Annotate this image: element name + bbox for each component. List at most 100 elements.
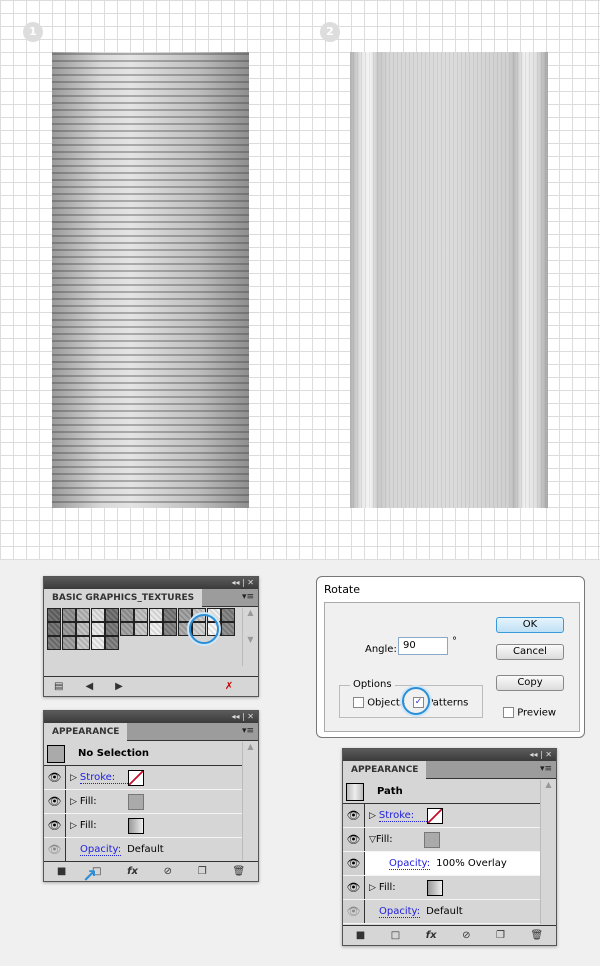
panel-menu-icon[interactable]: ▾≡ <box>242 592 254 602</box>
thumbnail <box>47 744 65 763</box>
scrollbar[interactable]: ▲ <box>242 742 258 862</box>
texture-swatch[interactable] <box>61 622 76 636</box>
panel-controls[interactable]: ◂◂ | ✕ <box>44 577 258 589</box>
fx-icon[interactable]: fx <box>426 930 437 941</box>
fill-row-expanded[interactable]: 👁 ▽ Fill: <box>343 828 540 852</box>
texture-swatch[interactable] <box>47 636 61 650</box>
clear-icon[interactable]: ⊘ <box>462 930 470 941</box>
eye-icon[interactable]: 👁 <box>343 876 365 899</box>
stroke-row[interactable]: 👁 ▷ Stroke: <box>343 804 540 828</box>
degree-unit: ° <box>452 636 457 647</box>
opacity-link[interactable]: Opacity: <box>379 906 421 918</box>
texture-swatch[interactable] <box>76 608 90 622</box>
duplicate-icon[interactable]: ❐ <box>198 866 207 877</box>
stroke-link[interactable]: Stroke: <box>79 772 128 784</box>
fx-icon[interactable]: fx <box>127 866 138 877</box>
gradient-fill-swatch[interactable] <box>426 879 443 896</box>
texture-swatch[interactable] <box>119 608 134 622</box>
options-label: Options <box>350 679 395 690</box>
fill-row[interactable]: 👁 ▷ Fill: <box>44 790 242 814</box>
texture-swatch[interactable] <box>163 622 177 636</box>
fill-opacity-row[interactable]: 👁 Opacity: 100% Overlay <box>343 852 540 876</box>
add-stroke-icon[interactable]: ■ <box>57 866 66 877</box>
opacity-link[interactable]: Opacity: <box>80 844 122 856</box>
break-link-icon[interactable]: ✗ <box>225 681 233 692</box>
texture-swatch[interactable] <box>61 608 76 622</box>
objects-checkbox[interactable]: Objects <box>353 697 405 709</box>
texture-swatch[interactable] <box>90 608 105 622</box>
texture-swatch[interactable] <box>61 636 76 650</box>
next-library-icon[interactable]: ▶ <box>115 681 123 692</box>
texture-swatch[interactable] <box>76 622 90 636</box>
expand-icon[interactable]: ▷ <box>70 797 77 807</box>
fill-row[interactable]: 👁 ▷ Fill: <box>343 876 540 900</box>
gradient-fill-swatch[interactable] <box>127 817 144 834</box>
texture-swatch[interactable] <box>105 622 119 636</box>
panel-menu-icon[interactable]: ▾≡ <box>540 764 552 774</box>
texture-swatch[interactable] <box>148 622 163 636</box>
texture-swatch[interactable] <box>90 622 105 636</box>
texture-swatch[interactable] <box>148 608 163 622</box>
pattern-fill-swatch[interactable] <box>127 793 144 810</box>
texture-swatch[interactable] <box>105 608 119 622</box>
fill-row[interactable]: 👁 ▷ Fill: <box>44 814 242 838</box>
duplicate-icon[interactable]: ❐ <box>496 930 505 941</box>
add-stroke-icon[interactable]: ■ <box>356 930 365 941</box>
angle-input[interactable]: 90 <box>398 637 448 655</box>
opacity-row[interactable]: 👁 Opacity: Default <box>44 838 242 862</box>
trash-icon[interactable]: 🗑 <box>531 930 544 941</box>
texture-swatch[interactable] <box>105 636 119 650</box>
opacity-row[interactable]: 👁 Opacity: Default <box>343 900 540 924</box>
eye-icon[interactable]: 👁 <box>343 804 365 827</box>
tab-appearance[interactable]: APPEARANCE <box>44 723 128 741</box>
cancel-button[interactable]: Cancel <box>496 644 564 660</box>
eye-icon[interactable]: 👁 <box>343 828 365 851</box>
tab-appearance[interactable]: APPEARANCE <box>343 761 427 779</box>
texture-swatch[interactable] <box>90 636 105 650</box>
texture-swatch[interactable] <box>47 608 61 622</box>
eye-icon[interactable]: 👁 <box>343 852 365 875</box>
textured-rectangle <box>52 52 249 508</box>
texture-swatch[interactable] <box>177 608 192 622</box>
texture-swatch[interactable] <box>163 608 177 622</box>
texture-swatch[interactable] <box>76 636 90 650</box>
ok-button[interactable]: OK <box>496 617 564 633</box>
trash-icon[interactable]: 🗑 <box>232 866 245 877</box>
expand-icon[interactable]: ▷ <box>70 773 77 783</box>
stroke-swatch[interactable] <box>127 769 144 786</box>
step-badge: 2 <box>320 22 340 42</box>
add-fill-icon[interactable]: □ <box>391 930 400 941</box>
previous-library-icon[interactable]: ◀ <box>85 681 93 692</box>
texture-swatch[interactable] <box>134 622 148 636</box>
panel-menu-icon[interactable]: ▾≡ <box>242 726 254 736</box>
collapse-icon[interactable]: ▽ <box>369 835 376 845</box>
eye-icon[interactable]: 👁 <box>44 814 66 837</box>
clear-icon[interactable]: ⊘ <box>164 866 172 877</box>
library-menu-icon[interactable]: ▤ <box>54 681 63 692</box>
expand-icon[interactable]: ▷ <box>369 883 376 893</box>
copy-button[interactable]: Copy <box>496 675 564 691</box>
pattern-fill-swatch[interactable] <box>423 831 440 848</box>
tab-textures[interactable]: BASIC GRAPHICS_TEXTURES <box>44 589 203 607</box>
stroke-link[interactable]: Stroke: <box>378 810 427 822</box>
expand-icon[interactable]: ▷ <box>369 811 376 821</box>
eye-icon[interactable]: 👁 <box>44 766 66 789</box>
texture-swatch[interactable] <box>221 622 235 636</box>
eye-icon[interactable]: 👁 <box>44 838 66 861</box>
angle-label: Angle: <box>365 644 397 655</box>
eye-icon[interactable]: 👁 <box>343 900 365 923</box>
panel-controls[interactable]: ◂◂ | ✕ <box>44 711 258 723</box>
stroke-row[interactable]: 👁 ▷ Stroke: <box>44 766 242 790</box>
opacity-link[interactable]: Opacity: <box>389 858 431 870</box>
expand-icon[interactable]: ▷ <box>70 821 77 831</box>
stroke-swatch[interactable] <box>426 807 443 824</box>
texture-swatch[interactable] <box>221 608 235 622</box>
texture-swatch[interactable] <box>47 622 61 636</box>
preview-checkbox[interactable]: Preview <box>503 707 556 719</box>
texture-swatch[interactable] <box>119 622 134 636</box>
scrollbar[interactable]: ▲ ▼ <box>242 608 258 666</box>
panel-controls[interactable]: ◂◂ | ✕ <box>343 749 556 761</box>
scrollbar[interactable]: ▲ <box>540 780 556 924</box>
texture-swatch[interactable] <box>134 608 148 622</box>
eye-icon[interactable]: 👁 <box>44 790 66 813</box>
